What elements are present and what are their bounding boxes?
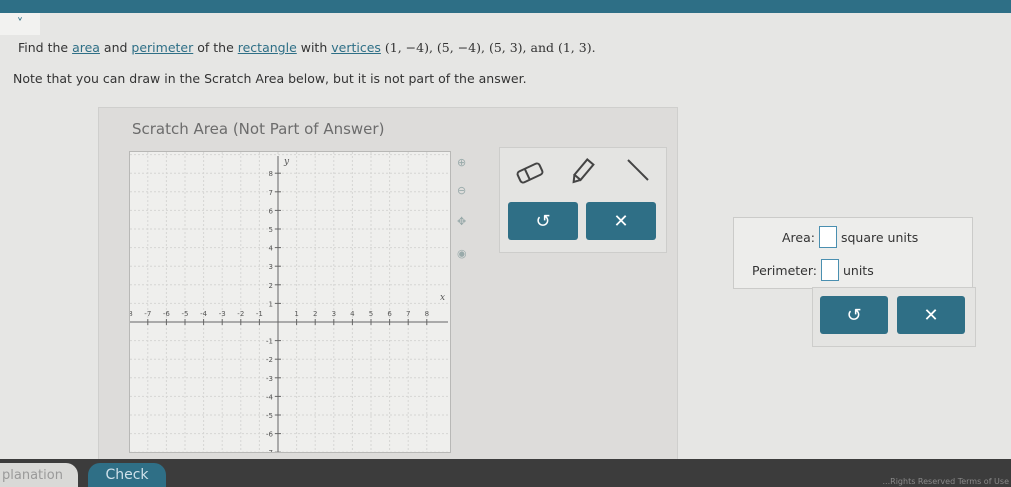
y-tick-label: 4: [269, 245, 274, 253]
perimeter-row: Perimeter: units: [752, 259, 874, 281]
answer-clear-button[interactable]: ✕: [897, 296, 965, 334]
y-tick-label: 5: [269, 226, 273, 234]
explanation-button[interactable]: planation: [0, 463, 78, 487]
y-tick-label: 3: [269, 263, 273, 271]
question-with: with: [296, 40, 332, 55]
perimeter-label: Perimeter:: [752, 262, 817, 278]
y-tick-label: 1: [269, 300, 273, 308]
y-tick-label: -4: [266, 393, 274, 401]
y-tick-label: -7: [266, 449, 273, 452]
y-tick-label: -5: [266, 412, 273, 420]
y-tick-label: 2: [269, 282, 273, 290]
area-label: Area:: [782, 229, 815, 245]
term-area-link[interactable]: area: [72, 40, 100, 55]
x-tick-label: -7: [144, 310, 151, 318]
eraser-icon[interactable]: [515, 160, 545, 192]
scratch-note: Note that you can draw in the Scratch Ar…: [13, 71, 527, 86]
zoom-in-icon[interactable]: ⊕: [457, 156, 466, 169]
term-perimeter-link[interactable]: perimeter: [131, 40, 193, 55]
x-tick-label: 1: [294, 310, 298, 318]
y-tick-label: -6: [266, 431, 274, 439]
x-tick-label: -4: [200, 310, 208, 318]
scratch-title: Scratch Area (Not Part of Answer): [132, 120, 385, 138]
answer-undo-button[interactable]: ↺: [820, 296, 888, 334]
area-input[interactable]: [818, 226, 837, 248]
collapse-chevron-icon[interactable]: ˅: [0, 13, 40, 35]
x-tick-label: -3: [219, 310, 226, 318]
vertices-list: (1, −4), (5, −4), (5, 3), and (1, 3).: [380, 40, 596, 55]
y-tick-label: 7: [269, 189, 273, 197]
area-row: Area: square units: [782, 226, 918, 248]
graph-canvas[interactable]: -8 -7 -6 -5 -4 -3 -2 -1 1 2 3 4 5 6 7 8 8 7 6 5 4 3 2 1 -1 -2 -3 -4…: [130, 152, 450, 452]
x-tick-label: 5: [369, 310, 373, 318]
x-tick-label: 2: [313, 310, 317, 318]
reset-view-icon[interactable]: ◉: [457, 247, 467, 260]
move-icon[interactable]: ✥: [457, 215, 466, 228]
term-rectangle-link[interactable]: rectangle: [238, 40, 297, 55]
top-bar: [0, 0, 1011, 13]
question-and: and: [99, 40, 132, 55]
y-tick-label: 8: [269, 170, 273, 178]
y-tick-label: -3: [266, 375, 273, 383]
check-button[interactable]: Check: [88, 463, 166, 487]
y-axis-label: y: [283, 157, 290, 167]
x-tick-label: -6: [163, 310, 171, 318]
line-icon[interactable]: [625, 157, 651, 189]
scratch-clear-button[interactable]: ✕: [586, 202, 656, 240]
scratch-undo-button[interactable]: ↺: [508, 202, 578, 240]
scratch-graph[interactable]: -8 -7 -6 -5 -4 -3 -2 -1 1 2 3 4 5 6 7 8 8 7 6 5 4 3 2 1 -1 -2 -3 -4…: [129, 151, 451, 453]
x-tick-label: -2: [237, 310, 244, 318]
y-tick-label: -1: [266, 338, 273, 346]
question-of-the: of the: [193, 40, 238, 55]
x-tick-label: 8: [425, 310, 429, 318]
x-tick-label: 4: [350, 310, 355, 318]
pencil-icon[interactable]: [568, 157, 596, 193]
zoom-out-icon[interactable]: ⊖: [457, 184, 466, 197]
x-tick-label: -1: [256, 310, 263, 318]
x-axis-label: x: [440, 293, 445, 303]
perimeter-unit: units: [842, 262, 874, 278]
question-text: Find the area and perimeter of the recta…: [18, 40, 596, 55]
term-vertices-link[interactable]: vertices: [331, 40, 381, 55]
y-tick-label: 6: [269, 207, 274, 215]
area-unit: square units: [840, 229, 919, 245]
x-tick-label: -5: [182, 310, 189, 318]
y-tick-label: -2: [266, 356, 273, 364]
x-tick-label: 3: [332, 310, 336, 318]
question-prefix: Find the: [18, 40, 73, 55]
footer-links[interactable]: ...Rights Reserved Terms of Use: [883, 477, 1009, 486]
x-tick-label: 6: [387, 310, 392, 318]
x-tick-label: 7: [406, 310, 410, 318]
x-tick-label: -8: [130, 310, 133, 318]
perimeter-input[interactable]: [820, 259, 839, 281]
